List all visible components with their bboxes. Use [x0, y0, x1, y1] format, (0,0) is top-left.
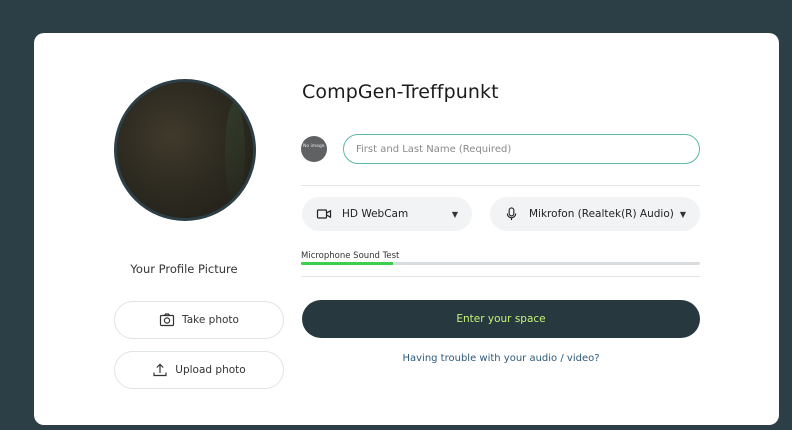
- upload-photo-label: Upload photo: [175, 364, 246, 376]
- microphone-select-value: Mikrofon (Realtek(R) Audio): [529, 208, 674, 220]
- chevron-down-icon: ▼: [451, 209, 458, 219]
- upload-photo-button[interactable]: Upload photo: [114, 351, 284, 389]
- room-title: CompGen-Treffpunkt: [302, 81, 499, 103]
- camera-icon: [159, 313, 175, 327]
- take-photo-button[interactable]: Take photo: [114, 301, 284, 339]
- microphone-select[interactable]: Mikrofon (Realtek(R) Audio) ▼: [490, 197, 700, 231]
- upload-icon: [153, 363, 167, 377]
- enter-space-button[interactable]: Enter your space: [302, 300, 700, 338]
- divider: [301, 185, 700, 186]
- divider: [301, 276, 700, 277]
- profile-picture-label: Your Profile Picture: [130, 262, 238, 276]
- video-camera-icon: [316, 209, 332, 219]
- microphone-icon: [506, 207, 517, 221]
- mini-avatar: No image: [301, 136, 327, 162]
- profile-picture-preview: [114, 79, 256, 221]
- chevron-down-icon: ▼: [679, 209, 686, 219]
- name-input[interactable]: [343, 134, 700, 164]
- setup-card: Your Profile Picture Take photo Upload p…: [34, 33, 779, 425]
- audio-video-help-link[interactable]: Having trouble with your audio / video?: [302, 353, 700, 364]
- take-photo-label: Take photo: [182, 314, 239, 326]
- mic-level-fill: [301, 262, 393, 265]
- mic-test-label: Microphone Sound Test: [301, 251, 400, 261]
- mic-level-meter: [301, 262, 700, 265]
- camera-select-value: HD WebCam: [342, 208, 409, 220]
- camera-select[interactable]: HD WebCam ▼: [302, 197, 472, 231]
